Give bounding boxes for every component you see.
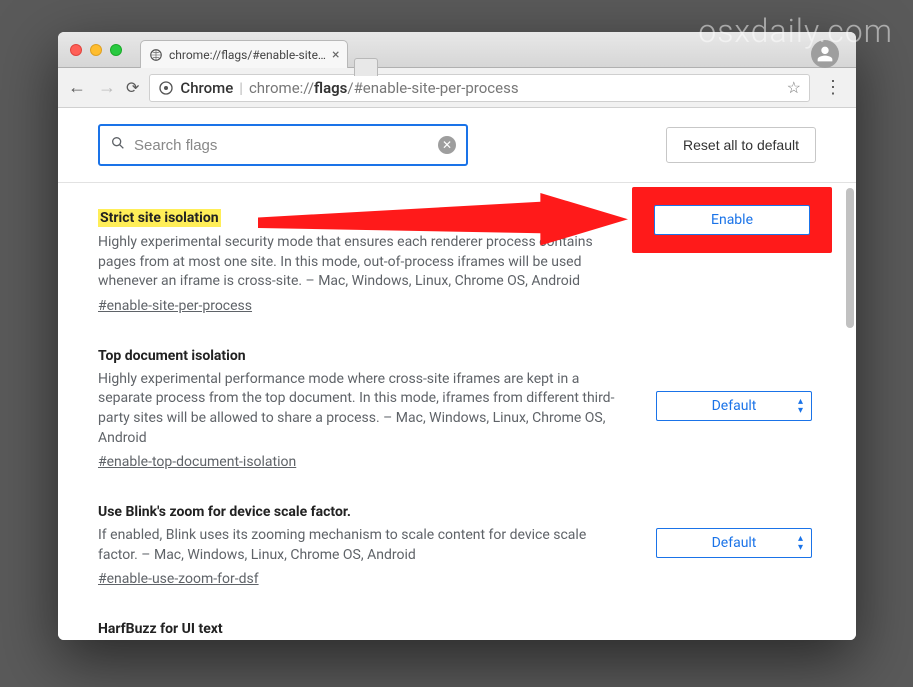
flag-description: If enabled, Blink uses its zooming mecha… (98, 526, 618, 565)
tab-close-icon[interactable]: × (332, 47, 339, 63)
browser-toolbar: ← → ⟳ Chrome | chrome://flags/#enable-si… (58, 68, 856, 108)
close-window-button[interactable] (70, 44, 82, 56)
flags-search-row: ✕ Reset all to default (58, 108, 856, 183)
minimize-window-button[interactable] (90, 44, 102, 56)
enable-button[interactable]: Enable (654, 205, 810, 235)
flag-anchor-link[interactable]: #enable-top-document-isolation (98, 454, 296, 470)
scrollbar-thumb[interactable] (846, 188, 854, 328)
page-content: ✕ Reset all to default Enable Strict sit… (58, 108, 856, 640)
flag-anchor-link[interactable]: #enable-use-zoom-for-dsf (98, 571, 259, 587)
select-caret-icon: ▴▾ (798, 397, 803, 415)
site-info-icon (158, 80, 174, 96)
nav-forward-icon[interactable]: → (98, 79, 116, 97)
annotation-callout: Enable (632, 187, 832, 253)
flag-item: Enable Strict site isolation Highly expe… (58, 183, 856, 328)
bookmark-star-icon[interactable]: ☆ (787, 78, 801, 97)
address-bar[interactable]: Chrome | chrome://flags/#enable-site-per… (149, 74, 810, 102)
flag-select[interactable]: Default ▴▾ (656, 528, 812, 558)
search-input[interactable] (134, 126, 430, 164)
browser-tab[interactable]: chrome://flags/#enable-site… × (140, 40, 348, 68)
omnibox-url: chrome://flags/#enable-site-per-process (249, 79, 519, 97)
nav-back-icon[interactable]: ← (68, 79, 86, 97)
clear-search-icon[interactable]: ✕ (438, 136, 456, 154)
browser-window: chrome://flags/#enable-site… × ← → ⟳ Chr… (58, 32, 856, 640)
flag-description: Highly experimental security mode that e… (98, 233, 618, 292)
flag-item: Enable HarfBuzz for UI text Enable cross… (58, 601, 856, 640)
profile-avatar[interactable] (811, 40, 839, 68)
flag-anchor-link[interactable]: #enable-site-per-process (98, 298, 252, 314)
flag-title: Use Blink's zoom for device scale factor… (98, 504, 816, 520)
flag-description: Highly experimental performance mode whe… (98, 370, 618, 448)
flags-list: Enable Strict site isolation Highly expe… (58, 183, 856, 640)
new-tab-button[interactable] (354, 58, 378, 76)
flag-title: Strict site isolation (98, 209, 221, 227)
maximize-window-button[interactable] (110, 44, 122, 56)
flag-item: Default ▴▾ Top document isolation Highly… (58, 328, 856, 484)
select-caret-icon: ▴▾ (798, 534, 803, 552)
flag-title: HarfBuzz for UI text (98, 621, 816, 637)
flag-select[interactable]: Default ▴▾ (656, 391, 812, 421)
flag-title: Top document isolation (98, 348, 816, 364)
search-flags-field[interactable]: ✕ (98, 124, 468, 166)
search-icon (110, 135, 126, 155)
tab-title: chrome://flags/#enable-site… (169, 48, 326, 62)
omnibox-scheme-label: Chrome (180, 79, 233, 97)
reload-icon[interactable]: ⟳ (126, 78, 139, 97)
tab-favicon (149, 48, 163, 62)
reset-all-button[interactable]: Reset all to default (666, 127, 816, 163)
window-controls (58, 44, 122, 56)
browser-menu-icon[interactable]: ⋮ (820, 77, 846, 98)
flag-item: Default ▴▾ Use Blink's zoom for device s… (58, 484, 856, 601)
window-titlebar: chrome://flags/#enable-site… × (58, 32, 856, 68)
